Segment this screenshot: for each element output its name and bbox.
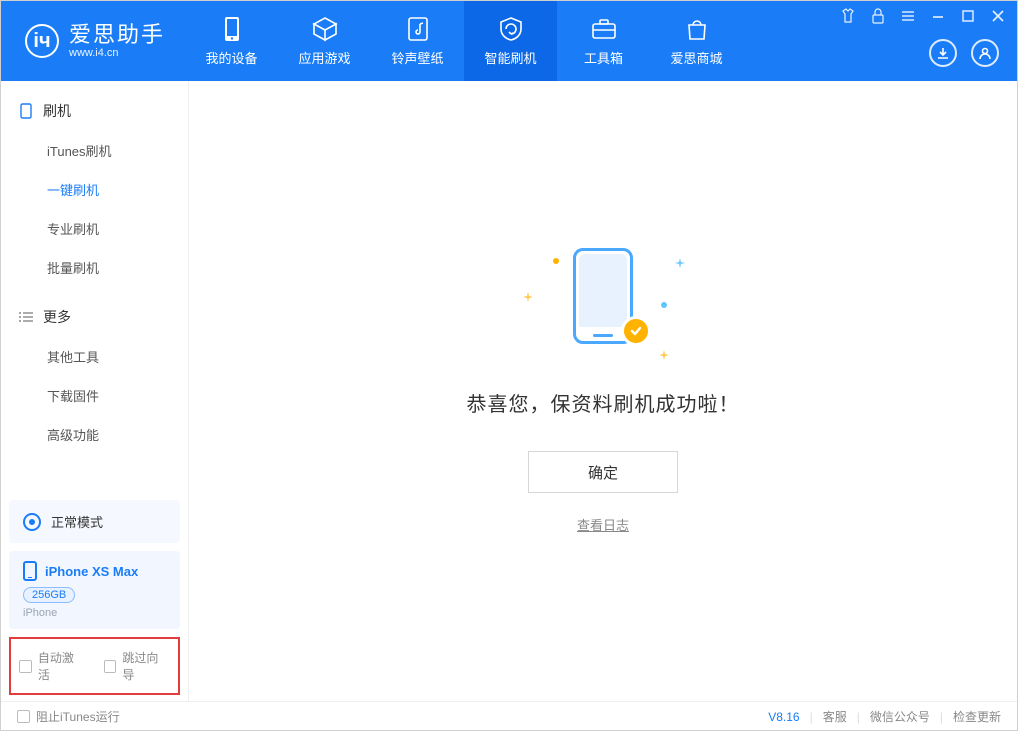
- user-button[interactable]: [971, 39, 999, 67]
- sidebar-item-batch-flash[interactable]: 批量刷机: [1, 248, 188, 287]
- checkbox-skip-guide[interactable]: 跳过向导: [104, 649, 171, 683]
- sidebar-item-download-firmware[interactable]: 下载固件: [1, 376, 188, 415]
- sidebar-item-one-key-flash[interactable]: 一键刷机: [1, 170, 188, 209]
- device-capacity-badge: 256GB: [23, 587, 75, 603]
- device-name-label: iPhone XS Max: [45, 564, 138, 579]
- app-subtitle: www.i4.cn: [69, 47, 165, 59]
- checkmark-icon: [621, 316, 651, 346]
- device-phone-icon: [23, 561, 37, 581]
- tab-store[interactable]: 爱思商城: [650, 1, 743, 81]
- download-button[interactable]: [929, 39, 957, 67]
- mode-label: 正常模式: [51, 512, 103, 531]
- header-bar: iч 爱思助手 www.i4.cn 我的设备 应用游戏 铃声壁纸 智能刷机 工具…: [1, 1, 1017, 81]
- checkbox-icon: [104, 660, 117, 673]
- checkbox-block-itunes[interactable]: 阻止iTunes运行: [17, 708, 120, 725]
- tab-ringtones[interactable]: 铃声壁纸: [371, 1, 464, 81]
- ok-button[interactable]: 确定: [528, 451, 678, 493]
- cube-icon: [312, 16, 338, 42]
- sidebar-item-pro-flash[interactable]: 专业刷机: [1, 209, 188, 248]
- lock-icon[interactable]: [869, 7, 887, 25]
- checkbox-auto-activate[interactable]: 自动激活: [19, 649, 86, 683]
- shirt-icon[interactable]: [839, 7, 857, 25]
- link-wechat[interactable]: 微信公众号: [870, 708, 930, 725]
- app-title: 爱思助手: [69, 23, 165, 47]
- success-illustration: [543, 248, 663, 368]
- view-log-link[interactable]: 查看日志: [577, 515, 629, 534]
- device-card[interactable]: iPhone XS Max 256GB iPhone: [9, 551, 180, 629]
- bag-icon: [684, 16, 710, 42]
- version-label: V8.16: [768, 710, 799, 724]
- sidebar: 刷机 iTunes刷机 一键刷机 专业刷机 批量刷机 更多 其他工具 下载固件 …: [1, 81, 189, 701]
- titlebar-controls: [839, 7, 1007, 25]
- mode-card[interactable]: 正常模式: [9, 500, 180, 543]
- sidebar-section-more: 更多: [1, 297, 188, 337]
- checkbox-icon: [17, 710, 30, 723]
- minimize-button[interactable]: [929, 7, 947, 25]
- checkbox-icon: [19, 660, 32, 673]
- sidebar-item-advanced[interactable]: 高级功能: [1, 415, 188, 454]
- sidebar-item-itunes-flash[interactable]: iTunes刷机: [1, 131, 188, 170]
- status-bar: 阻止iTunes运行 V8.16 | 客服 | 微信公众号 | 检查更新: [1, 701, 1017, 731]
- menu-icon[interactable]: [899, 7, 917, 25]
- music-file-icon: [405, 16, 431, 42]
- phone-outline-icon: [19, 104, 33, 118]
- toolbox-icon: [591, 16, 617, 42]
- maximize-button[interactable]: [959, 7, 977, 25]
- tab-toolbox[interactable]: 工具箱: [557, 1, 650, 81]
- sidebar-item-other-tools[interactable]: 其他工具: [1, 337, 188, 376]
- nav-tabs: 我的设备 应用游戏 铃声壁纸 智能刷机 工具箱 爱思商城: [185, 1, 743, 81]
- phone-icon: [219, 16, 245, 42]
- device-type-label: iPhone: [23, 607, 166, 619]
- shield-refresh-icon: [498, 16, 524, 42]
- success-message: 恭喜您，保资料刷机成功啦！: [467, 388, 740, 417]
- main-content: 恭喜您，保资料刷机成功啦！ 确定 查看日志: [189, 81, 1017, 701]
- logo: iч 爱思助手 www.i4.cn: [1, 23, 185, 59]
- highlighted-options: 自动激活 跳过向导: [9, 637, 180, 695]
- link-customer-service[interactable]: 客服: [823, 708, 847, 725]
- sidebar-section-flash: 刷机: [1, 91, 188, 131]
- tab-apps-games[interactable]: 应用游戏: [278, 1, 371, 81]
- link-check-update[interactable]: 检查更新: [953, 708, 1001, 725]
- list-icon: [19, 310, 33, 324]
- tab-my-device[interactable]: 我的设备: [185, 1, 278, 81]
- tab-smart-flash[interactable]: 智能刷机: [464, 1, 557, 81]
- close-button[interactable]: [989, 7, 1007, 25]
- mode-icon: [23, 513, 41, 531]
- logo-icon: iч: [25, 24, 59, 58]
